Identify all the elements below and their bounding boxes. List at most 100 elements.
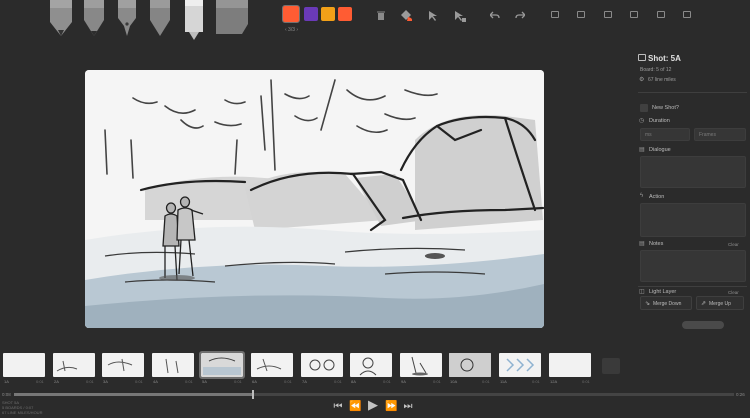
board-thumbnail[interactable]: [3, 353, 45, 377]
board-thumbnail[interactable]: [400, 353, 442, 377]
shot-icon: [638, 54, 646, 61]
color-swatch-1[interactable]: [282, 5, 300, 23]
divider: [638, 286, 747, 287]
trash-icon[interactable]: [376, 10, 386, 20]
board-thumbnail[interactable]: [53, 353, 95, 377]
layout-4-icon[interactable]: [630, 11, 638, 18]
scale-icon[interactable]: [454, 10, 466, 22]
add-board-button[interactable]: [602, 358, 620, 374]
brush-icon[interactable]: [148, 0, 172, 38]
play-icon[interactable]: ▶: [366, 398, 380, 411]
light-pencil-icon[interactable]: [48, 0, 74, 38]
action-label: Action: [649, 194, 665, 200]
action-icon: ϟ: [640, 193, 644, 199]
board-thumbnail-label: 3A: [103, 379, 108, 384]
scrubber-progress: [14, 393, 252, 396]
shot-properties-panel: Shot: 5A Board: 5 of 12 67 line miles ⚙ …: [636, 48, 750, 338]
light-layer-label: Light Layer: [649, 289, 677, 295]
toolbar: ‹ 3/3 ›: [0, 0, 750, 40]
merge-up-icon: ⇗: [701, 301, 707, 307]
color-swatch-3[interactable]: [321, 7, 335, 21]
time-start: 0:08: [2, 392, 11, 397]
new-shot-checkbox[interactable]: [640, 104, 648, 112]
dialogue-field[interactable]: [640, 156, 746, 188]
pencil-icon[interactable]: [82, 0, 106, 38]
board-thumbnail-duration: 0:01: [36, 379, 44, 384]
board-thumbnail-label: 11A: [500, 379, 507, 384]
color-swatch-4[interactable]: [338, 7, 352, 21]
new-shot-label: New Shot?: [652, 105, 679, 111]
board-thumbnail-label: 6A: [252, 379, 257, 384]
scrubber-handle[interactable]: [252, 390, 254, 399]
color-swatch-2[interactable]: [304, 7, 318, 21]
notes-clear-button[interactable]: Clear: [728, 242, 739, 247]
duration-ms-field[interactable]: ms: [640, 128, 690, 141]
notes-label: Notes: [649, 241, 664, 247]
board-thumbnail-duration: 0:01: [284, 379, 292, 384]
merge-down-button[interactable]: ⇘ Merge Down: [640, 296, 692, 310]
duration-label: Duration: [649, 118, 670, 124]
notes-icon: ▤: [639, 241, 645, 247]
board-thumbnail[interactable]: [199, 351, 245, 379]
board-thumbnail-duration: 0:01: [234, 379, 242, 384]
redo-icon[interactable]: [515, 10, 525, 20]
layout-2-icon[interactable]: [577, 11, 585, 18]
layers-icon: ◫: [639, 289, 645, 295]
layout-1-icon[interactable]: [551, 11, 559, 18]
rewind-icon[interactable]: ⏪: [349, 401, 361, 413]
line-miles: 67 line miles: [648, 77, 676, 83]
footer-speed: 67 LINE MILES/HOUR: [2, 410, 43, 415]
board-thumbnail[interactable]: [449, 353, 491, 377]
time-end: 0:26: [736, 392, 745, 397]
board-thumbnail[interactable]: [499, 353, 541, 377]
board-thumbnail-duration: 0:01: [86, 379, 94, 384]
board-thumbnail[interactable]: [152, 353, 194, 377]
clock-icon: ◷: [639, 118, 645, 124]
board-thumbnail-label: 2A: [54, 379, 59, 384]
forward-icon[interactable]: ⏩: [385, 401, 397, 413]
panel-scrollbar[interactable]: [682, 321, 724, 329]
board-thumbnail[interactable]: [350, 353, 392, 377]
layout-6-icon[interactable]: [683, 11, 691, 18]
notes-field[interactable]: [640, 250, 746, 282]
board-thumbnail-label: 5A: [202, 379, 207, 384]
board-thumbnail-label: 9A: [401, 379, 406, 384]
skip-forward-icon[interactable]: ⏭: [402, 401, 414, 413]
board-thumbnail-duration: 0:01: [582, 379, 590, 384]
duration-frames-field[interactable]: Frames: [694, 128, 746, 141]
merge-up-label: Merge Up: [709, 301, 731, 307]
move-icon[interactable]: [428, 10, 440, 22]
board-thumbnail-duration: 0:01: [185, 379, 193, 384]
board-thumbnail[interactable]: [301, 353, 343, 377]
board-thumbnail[interactable]: [549, 353, 591, 377]
board-thumbnail[interactable]: [102, 353, 144, 377]
divider: [638, 92, 747, 93]
dialogue-label: Dialogue: [649, 147, 671, 153]
speech-bubble-icon: ▤: [639, 147, 645, 153]
fill-icon[interactable]: [400, 9, 413, 21]
board-thumbnail-duration: 0:01: [482, 379, 490, 384]
note-pen-icon[interactable]: [183, 0, 205, 40]
drawing-canvas[interactable]: [85, 70, 544, 328]
board-thumbnail-duration: 0:01: [135, 379, 143, 384]
board-thumbnail-label: 10A: [450, 379, 458, 384]
board-index: Board: 5 of 12: [640, 67, 672, 73]
gear-icon: ⚙: [639, 77, 645, 83]
board-thumbnail-label: 7A: [302, 379, 307, 384]
pen-icon[interactable]: [116, 0, 138, 38]
board-timeline: 1A 0:01 2A 0:01 3A 0:01 4A 0:01 5A 0:01 6A 0:01 7A 0:…: [0, 348, 750, 388]
shot-title: Shot: 5A: [648, 54, 681, 63]
skip-back-icon[interactable]: ⏮: [332, 401, 344, 413]
board-thumbnail-duration: 0:01: [433, 379, 441, 384]
layer-clear-button[interactable]: Clear: [728, 290, 739, 295]
board-thumbnail[interactable]: [251, 353, 293, 377]
swatch-pager[interactable]: ‹ 3/3 ›: [285, 27, 298, 33]
merge-up-button[interactable]: ⇗ Merge Up: [696, 296, 744, 310]
action-field[interactable]: [640, 203, 746, 237]
layout-3-icon[interactable]: [604, 11, 612, 18]
undo-icon[interactable]: [490, 10, 500, 20]
merge-down-icon: ⇘: [645, 301, 651, 307]
layout-5-icon[interactable]: [657, 11, 665, 18]
eraser-icon[interactable]: [212, 0, 252, 36]
board-thumbnail-label: 1A: [4, 379, 9, 384]
